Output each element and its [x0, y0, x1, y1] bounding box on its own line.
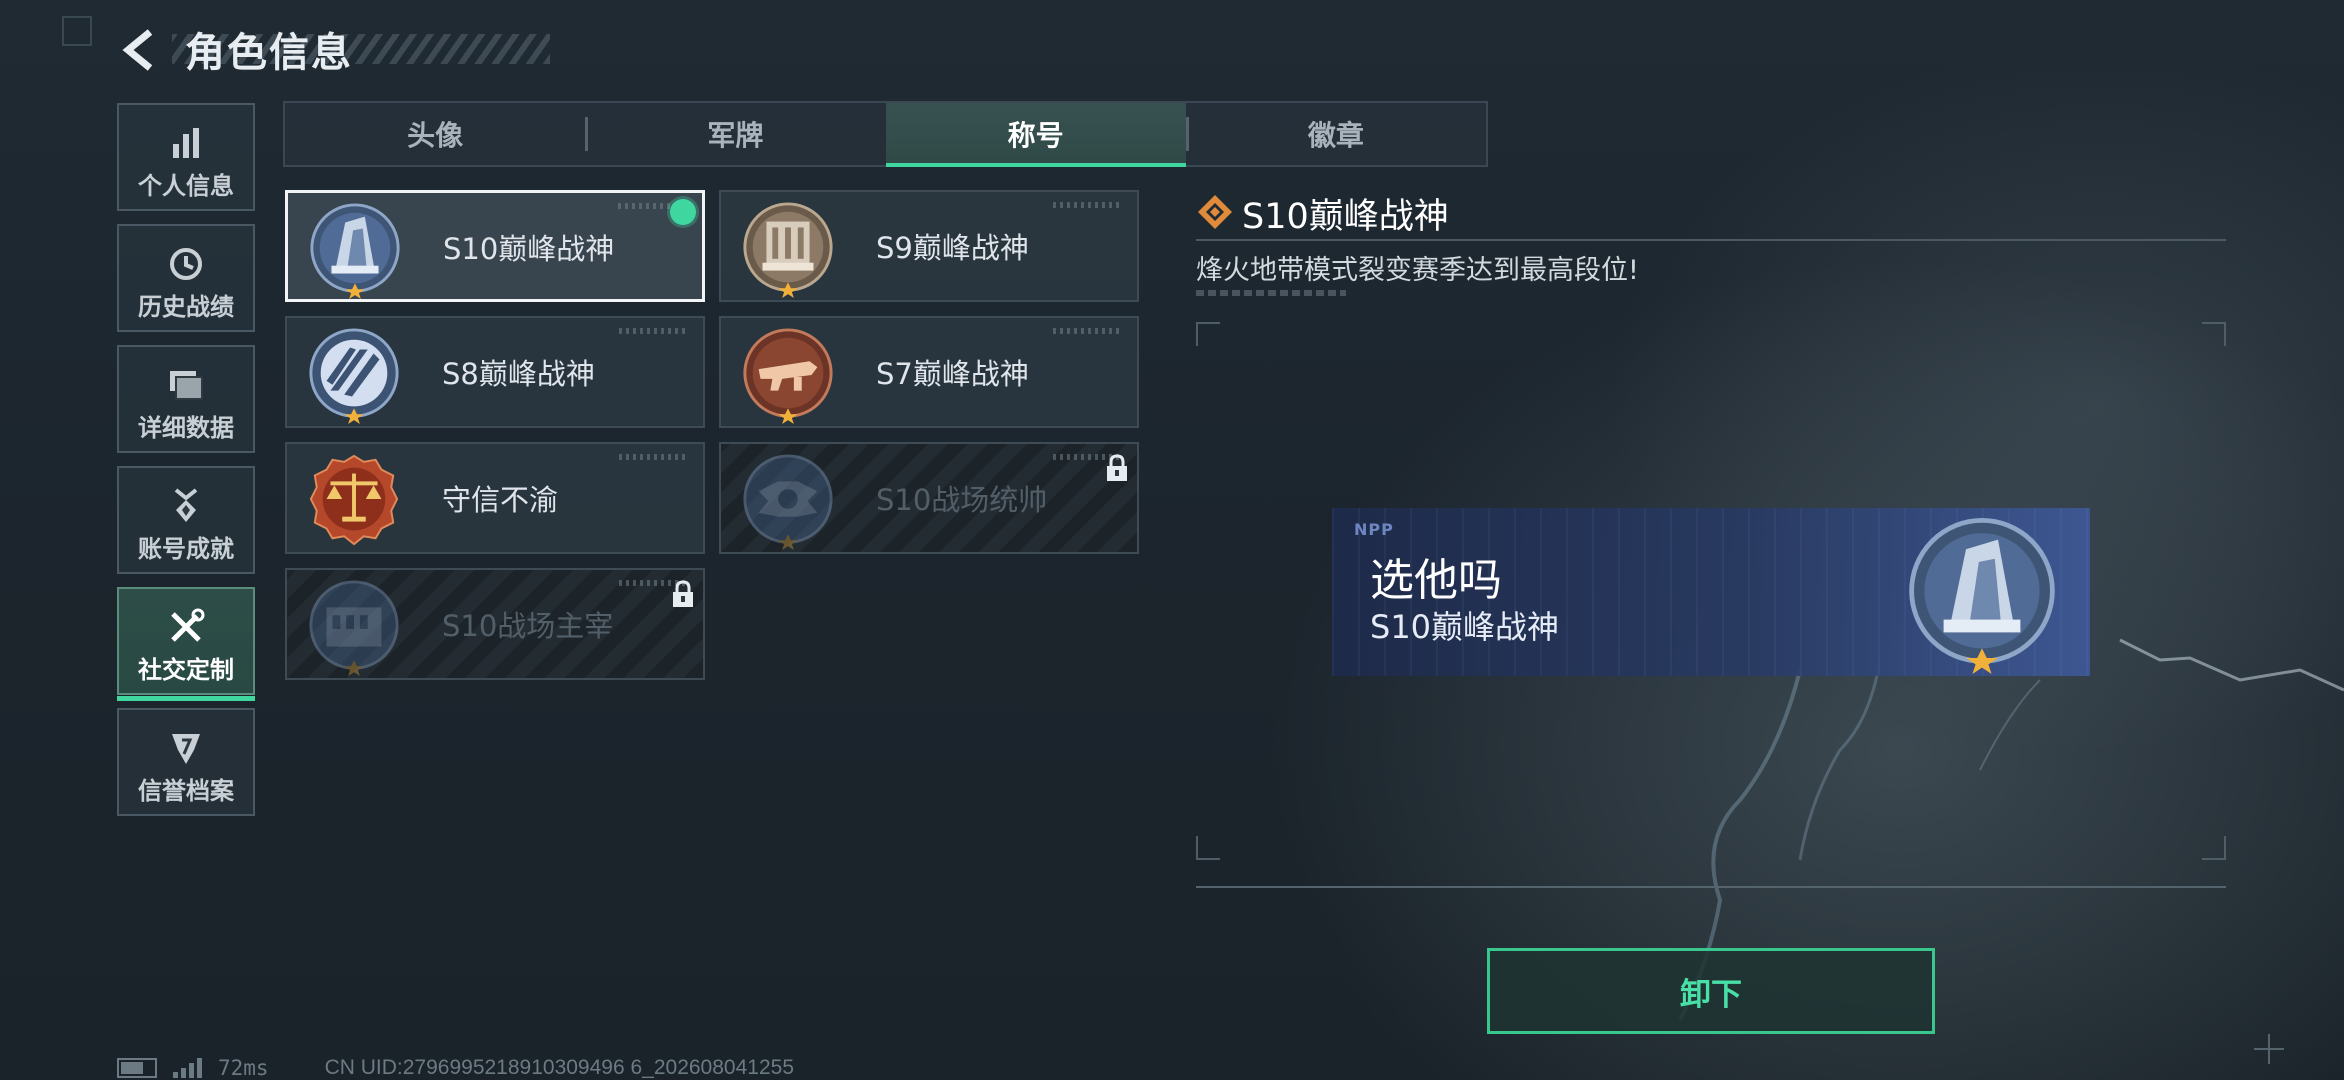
card-decoration [1053, 202, 1123, 208]
title-card-s10-commander[interactable]: S10战场统帅 [719, 442, 1139, 554]
preview-frame-divider [1196, 886, 2226, 888]
title-card-s7-peak[interactable]: S7巅峰战神 [719, 316, 1139, 428]
card-decoration [619, 328, 689, 334]
s10-peak-emblem-large [1909, 518, 2055, 674]
unequip-button-label: 卸下 [1680, 976, 1742, 1013]
banner-logo: NPP [1354, 520, 1394, 539]
preview-title-text: S10巅峰战神 [1370, 608, 1560, 646]
back-button[interactable] [116, 26, 164, 74]
sidebar-item-history[interactable]: 历史战绩 [117, 224, 255, 332]
s10-peak-emblem [310, 203, 400, 299]
title-card-s10-dominator[interactable]: S10战场主宰 [285, 568, 705, 680]
diamond-title-icon [1198, 195, 1232, 229]
back-arrow-icon [122, 29, 153, 71]
status-bar: 72ms CN UID:2796995218910309496 6_202608… [117, 1056, 794, 1080]
title-card-s9-peak[interactable]: S9巅峰战神 [719, 190, 1139, 302]
card-decoration [619, 454, 689, 460]
shield-badge-icon [166, 728, 206, 768]
detail-title: S10巅峰战神 [1242, 197, 1449, 237]
title-card-name: S10战场主宰 [442, 609, 614, 643]
title-card-s10-peak[interactable]: S10巅峰战神 [285, 190, 705, 302]
sidebar-item-social-custom[interactable]: 社交定制 [117, 587, 255, 701]
unequip-button[interactable]: 卸下 [1487, 948, 1935, 1034]
title-preview-banner: NPP 选他吗 S10巅峰战神 [1332, 508, 2090, 676]
history-clock-icon [166, 244, 206, 284]
signal-icon [173, 1058, 202, 1078]
sidebar-item-label: 信誉档案 [138, 777, 234, 805]
sidebar-item-profile[interactable]: 个人信息 [117, 103, 255, 211]
folder-icon [166, 365, 206, 405]
ping-text: 72ms [218, 1056, 269, 1080]
battery-icon [117, 1058, 157, 1078]
uid-text: CN UID:2796995218910309496 6_20260804125… [324, 1056, 794, 1079]
detail-description: 烽火地带模式裂变赛季达到最高段位! [1196, 255, 1639, 286]
detail-divider [1196, 239, 2226, 241]
plus-mark-icon [2254, 1034, 2284, 1064]
s8-peak-emblem [309, 328, 399, 424]
title-card-name: 守信不渝 [442, 483, 559, 517]
medal-icon [166, 486, 206, 526]
sidebar-item-label: 个人信息 [138, 172, 234, 200]
sidebar-item-label: 账号成就 [138, 535, 234, 563]
corner-mark [62, 16, 92, 46]
tab-bar: 头像 军牌 称号 徽章 [283, 101, 1488, 167]
page-title: 角色信息 [185, 30, 353, 76]
sidebar-item-label: 详细数据 [138, 414, 234, 442]
title-card-name: S10巅峰战神 [443, 232, 615, 266]
lock-icon [673, 580, 693, 607]
preview-player-name: 选他吗 [1370, 555, 1502, 606]
s7-peak-emblem [743, 328, 833, 424]
s9-peak-emblem [743, 202, 833, 298]
s10-commander-emblem [743, 454, 833, 550]
tab-avatar[interactable]: 头像 [285, 103, 585, 165]
sidebar-item-label: 历史战绩 [138, 293, 234, 321]
title-card-s8-peak[interactable]: S8巅峰战神 [285, 316, 705, 428]
bar-chart-icon [166, 123, 206, 163]
card-decoration [1053, 328, 1123, 334]
detail-subtext-decoration [1196, 290, 1346, 296]
lock-icon [1107, 454, 1127, 481]
scales-emblem [309, 454, 399, 546]
s10-dominator-emblem [309, 580, 399, 676]
sidebar-item-credit[interactable]: 信誉档案 [117, 708, 255, 816]
preview-frame-corner [2202, 322, 2226, 346]
title-card-name: S9巅峰战神 [876, 231, 1029, 265]
tab-badges[interactable]: 徽章 [1185, 103, 1486, 165]
tab-dogtag[interactable]: 军牌 [585, 103, 885, 165]
wrench-screwdriver-icon [166, 607, 206, 647]
sidebar: 个人信息 历史战绩 详细数据 账号成就 社交定制 信誉档案 [117, 103, 255, 829]
title-card-name: S10战场统帅 [876, 483, 1048, 517]
sidebar-item-details[interactable]: 详细数据 [117, 345, 255, 453]
sidebar-item-achievements[interactable]: 账号成就 [117, 466, 255, 574]
equipped-indicator [670, 199, 696, 225]
tab-titles[interactable]: 称号 [885, 103, 1187, 167]
title-card-keep-faith[interactable]: 守信不渝 [285, 442, 705, 554]
title-card-name: S8巅峰战神 [442, 357, 595, 391]
title-card-name: S7巅峰战神 [876, 357, 1029, 391]
preview-frame-corner [2202, 836, 2226, 860]
sidebar-item-label: 社交定制 [138, 656, 234, 684]
preview-frame-corner [1196, 836, 1220, 860]
preview-frame-corner [1196, 322, 1220, 346]
